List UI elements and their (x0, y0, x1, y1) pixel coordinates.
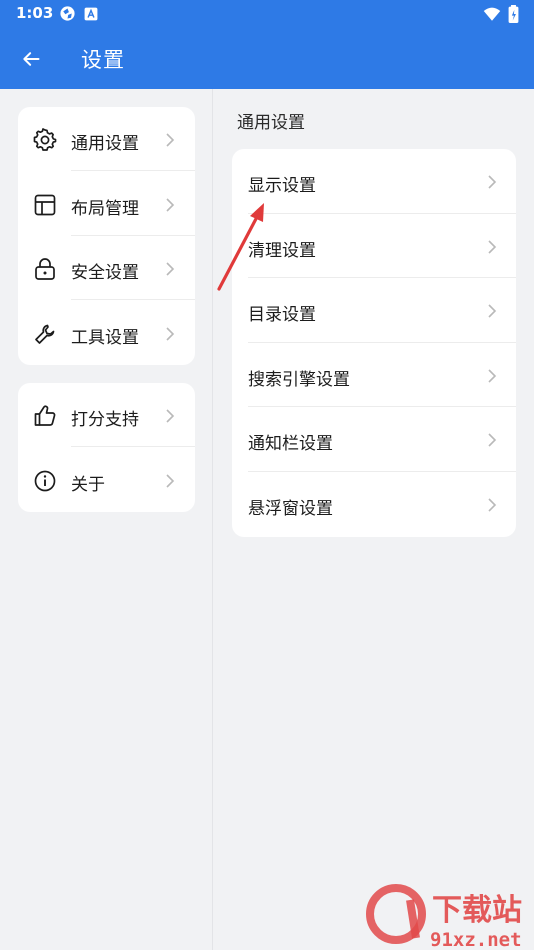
list-item-floating-window[interactable]: 悬浮窗设置 (232, 472, 516, 537)
lock-icon (35, 258, 55, 280)
gear-icon (33, 128, 57, 151)
chevron-right-icon (166, 473, 175, 488)
back-arrow-icon (23, 52, 40, 66)
sidebar-item-security[interactable]: 安全设置 (18, 236, 195, 300)
sidebar-item-tools[interactable]: 工具设置 (18, 301, 195, 365)
watermark-title: 下载站 (432, 893, 522, 928)
chevron-right-icon (166, 133, 175, 147)
section-title: 通用设置 (237, 113, 305, 133)
list-item-notification-bar[interactable]: 通知栏设置 (232, 407, 516, 472)
sidebar-group-main: 通用设置 布局管理 安全设置 工具设置 (18, 107, 195, 365)
chevron-right-icon (166, 197, 175, 212)
app-bar: 设置 (0, 28, 534, 89)
back-button[interactable] (14, 42, 48, 76)
sidebar-item-label: 打分支持 (71, 410, 139, 430)
sidebar-item-general[interactable]: 通用设置 (18, 107, 195, 171)
chevron-right-icon (488, 304, 497, 318)
watermark: 下载站 91xz.net (360, 880, 534, 950)
annotation-arrow (217, 203, 264, 291)
list-item-label: 通知栏设置 (248, 434, 333, 455)
sidebar-item-about[interactable]: 关于 (18, 448, 195, 512)
page-title: 设置 (81, 48, 125, 72)
app-notification-icon (84, 7, 98, 21)
chevron-right-icon (488, 240, 497, 254)
sidebar-group-other: 打分支持 关于 (18, 383, 195, 512)
sidebar-item-label: 关于 (71, 474, 105, 495)
sidebar-item-label: 安全设置 (71, 263, 139, 283)
list-item-label: 目录设置 (248, 305, 316, 326)
chevron-right-icon (488, 498, 497, 512)
wrench-icon (35, 324, 55, 344)
wifi-icon (483, 7, 501, 21)
chevron-right-icon (488, 175, 497, 189)
sidebar-item-rate[interactable]: 打分支持 (18, 383, 195, 447)
chevron-right-icon (166, 262, 175, 276)
list-item-label: 显示设置 (248, 176, 316, 196)
status-bar: 1:03 (0, 0, 534, 28)
list-item-label: 搜索引擎设置 (248, 369, 350, 390)
battery-icon (508, 5, 519, 23)
watermark-url: 91xz.net (430, 929, 522, 950)
sidebar-item-label: 布局管理 (71, 198, 139, 219)
chevron-right-icon (166, 326, 175, 341)
watermark-logo: 下载站 91xz.net (366, 884, 522, 950)
status-time: 1:03 (16, 4, 54, 22)
sidebar-item-layout[interactable]: 布局管理 (18, 172, 195, 236)
sidebar-item-label: 通用设置 (71, 134, 139, 154)
chevron-right-icon (488, 433, 497, 447)
thumbs-up-icon (34, 405, 56, 426)
layout-icon (34, 194, 56, 215)
list-item-search-engine[interactable]: 搜索引擎设置 (232, 343, 516, 408)
list-item-label: 悬浮窗设置 (248, 499, 333, 519)
info-icon (34, 470, 56, 491)
chevron-right-icon (488, 369, 497, 383)
sidebar-item-label: 工具设置 (71, 327, 139, 348)
chevron-right-icon (166, 409, 175, 423)
vpn-globe-icon (60, 6, 75, 21)
